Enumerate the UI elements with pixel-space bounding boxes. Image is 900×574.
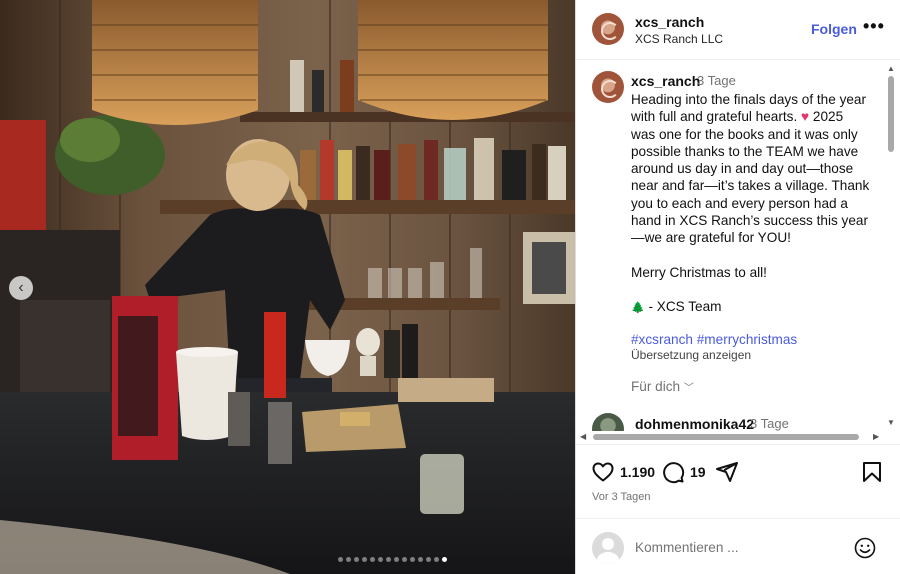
author-username[interactable]: xcs_ranch <box>635 14 704 30</box>
scroll-down-arrow-icon[interactable]: ▼ <box>887 418 895 427</box>
share-send-icon[interactable] <box>715 460 739 484</box>
carousel-dot <box>426 557 431 562</box>
caption-author-avatar[interactable] <box>592 71 624 103</box>
current-user-avatar <box>592 532 624 564</box>
scroll-right-arrow-icon[interactable]: ▶ <box>873 432 879 441</box>
bar-photo-illustration <box>0 0 575 574</box>
caption-paragraph-1b: 2025 was one for the books and it was on… <box>631 109 870 246</box>
caption-text: Heading into the finals days of the year… <box>631 91 871 317</box>
post-date: Vor 3 Tagen <box>592 491 651 503</box>
comment-timestamp: 3 Tage <box>750 416 789 431</box>
like-count[interactable]: 1.190 <box>620 464 655 480</box>
caption-username[interactable]: xcs_ranch <box>631 73 700 89</box>
scroll-left-arrow-icon[interactable]: ◀ <box>580 432 586 441</box>
author-avatar[interactable] <box>592 13 624 45</box>
carousel-indicator <box>0 557 575 562</box>
commenter-avatar[interactable] <box>592 413 624 431</box>
christmas-tree-emoji-icon: 🌲 <box>631 301 645 314</box>
post-side-panel: xcs_ranch XCS Ranch LLC Folgen ••• xcs_r… <box>575 0 900 574</box>
comment-input[interactable] <box>635 537 835 557</box>
carousel-dot <box>370 557 375 562</box>
scroll-up-arrow-icon[interactable]: ▲ <box>887 64 895 73</box>
show-translation-link[interactable]: Übersetzung anzeigen <box>631 348 751 362</box>
previous-slide-button[interactable]: ‹ <box>9 276 33 300</box>
comment-bubble-icon[interactable] <box>661 460 685 484</box>
comments-vertical-scrollbar[interactable]: ▲ ▼ <box>885 62 897 432</box>
follow-button[interactable]: Folgen <box>811 21 857 37</box>
heart-emoji-icon: ♥ <box>801 109 810 125</box>
more-options-icon[interactable]: ••• <box>863 16 885 37</box>
for-you-toggle[interactable]: Für dich ﹀ <box>631 379 694 394</box>
commenter-username[interactable]: dohmenmonika42 <box>635 416 754 431</box>
hashtag-link[interactable]: #merrychristmas <box>697 332 797 347</box>
carousel-dot <box>442 557 447 562</box>
add-comment-bar <box>576 518 900 574</box>
chevron-down-icon: ﹀ <box>683 383 694 394</box>
post-header: xcs_ranch XCS Ranch LLC Folgen ••• <box>576 0 900 60</box>
hashtags: #xcsranch #merrychristmas <box>631 332 797 347</box>
caption-timestamp: 3 Tage <box>697 73 736 88</box>
scrollbar-thumb[interactable] <box>593 434 859 440</box>
carousel-dot <box>378 557 383 562</box>
chevron-left-icon: ‹ <box>18 279 24 296</box>
carousel-dot <box>354 557 359 562</box>
post-actions: 1.190 19 Vor 3 Tagen <box>576 444 900 512</box>
like-heart-icon[interactable] <box>591 460 615 484</box>
author-subtitle: XCS Ranch LLC <box>635 32 724 46</box>
comments-horizontal-scrollbar[interactable]: ◀ ▶ <box>576 431 885 443</box>
carousel-dot <box>402 557 407 562</box>
carousel-dot <box>362 557 367 562</box>
emoji-picker-icon[interactable] <box>853 536 877 560</box>
carousel-dot <box>410 557 415 562</box>
caption-signature: - XCS Team <box>644 298 722 314</box>
comment-count: 19 <box>690 464 706 480</box>
carousel-dot <box>394 557 399 562</box>
carousel-dot <box>418 557 423 562</box>
comments-section: xcs_ranch 3 Tage Heading into the finals… <box>576 61 900 431</box>
carousel-dot <box>434 557 439 562</box>
hashtag-link[interactable]: #xcsranch <box>631 332 693 347</box>
post-photo: ‹ <box>0 0 575 574</box>
for-you-label: Für dich <box>631 379 681 394</box>
carousel-dot <box>346 557 351 562</box>
carousel-dot <box>386 557 391 562</box>
caption-paragraph-2: Merry Christmas to all! <box>631 264 767 280</box>
save-bookmark-icon[interactable] <box>860 460 884 484</box>
carousel-dot <box>338 557 343 562</box>
scrollbar-thumb[interactable] <box>888 76 894 152</box>
